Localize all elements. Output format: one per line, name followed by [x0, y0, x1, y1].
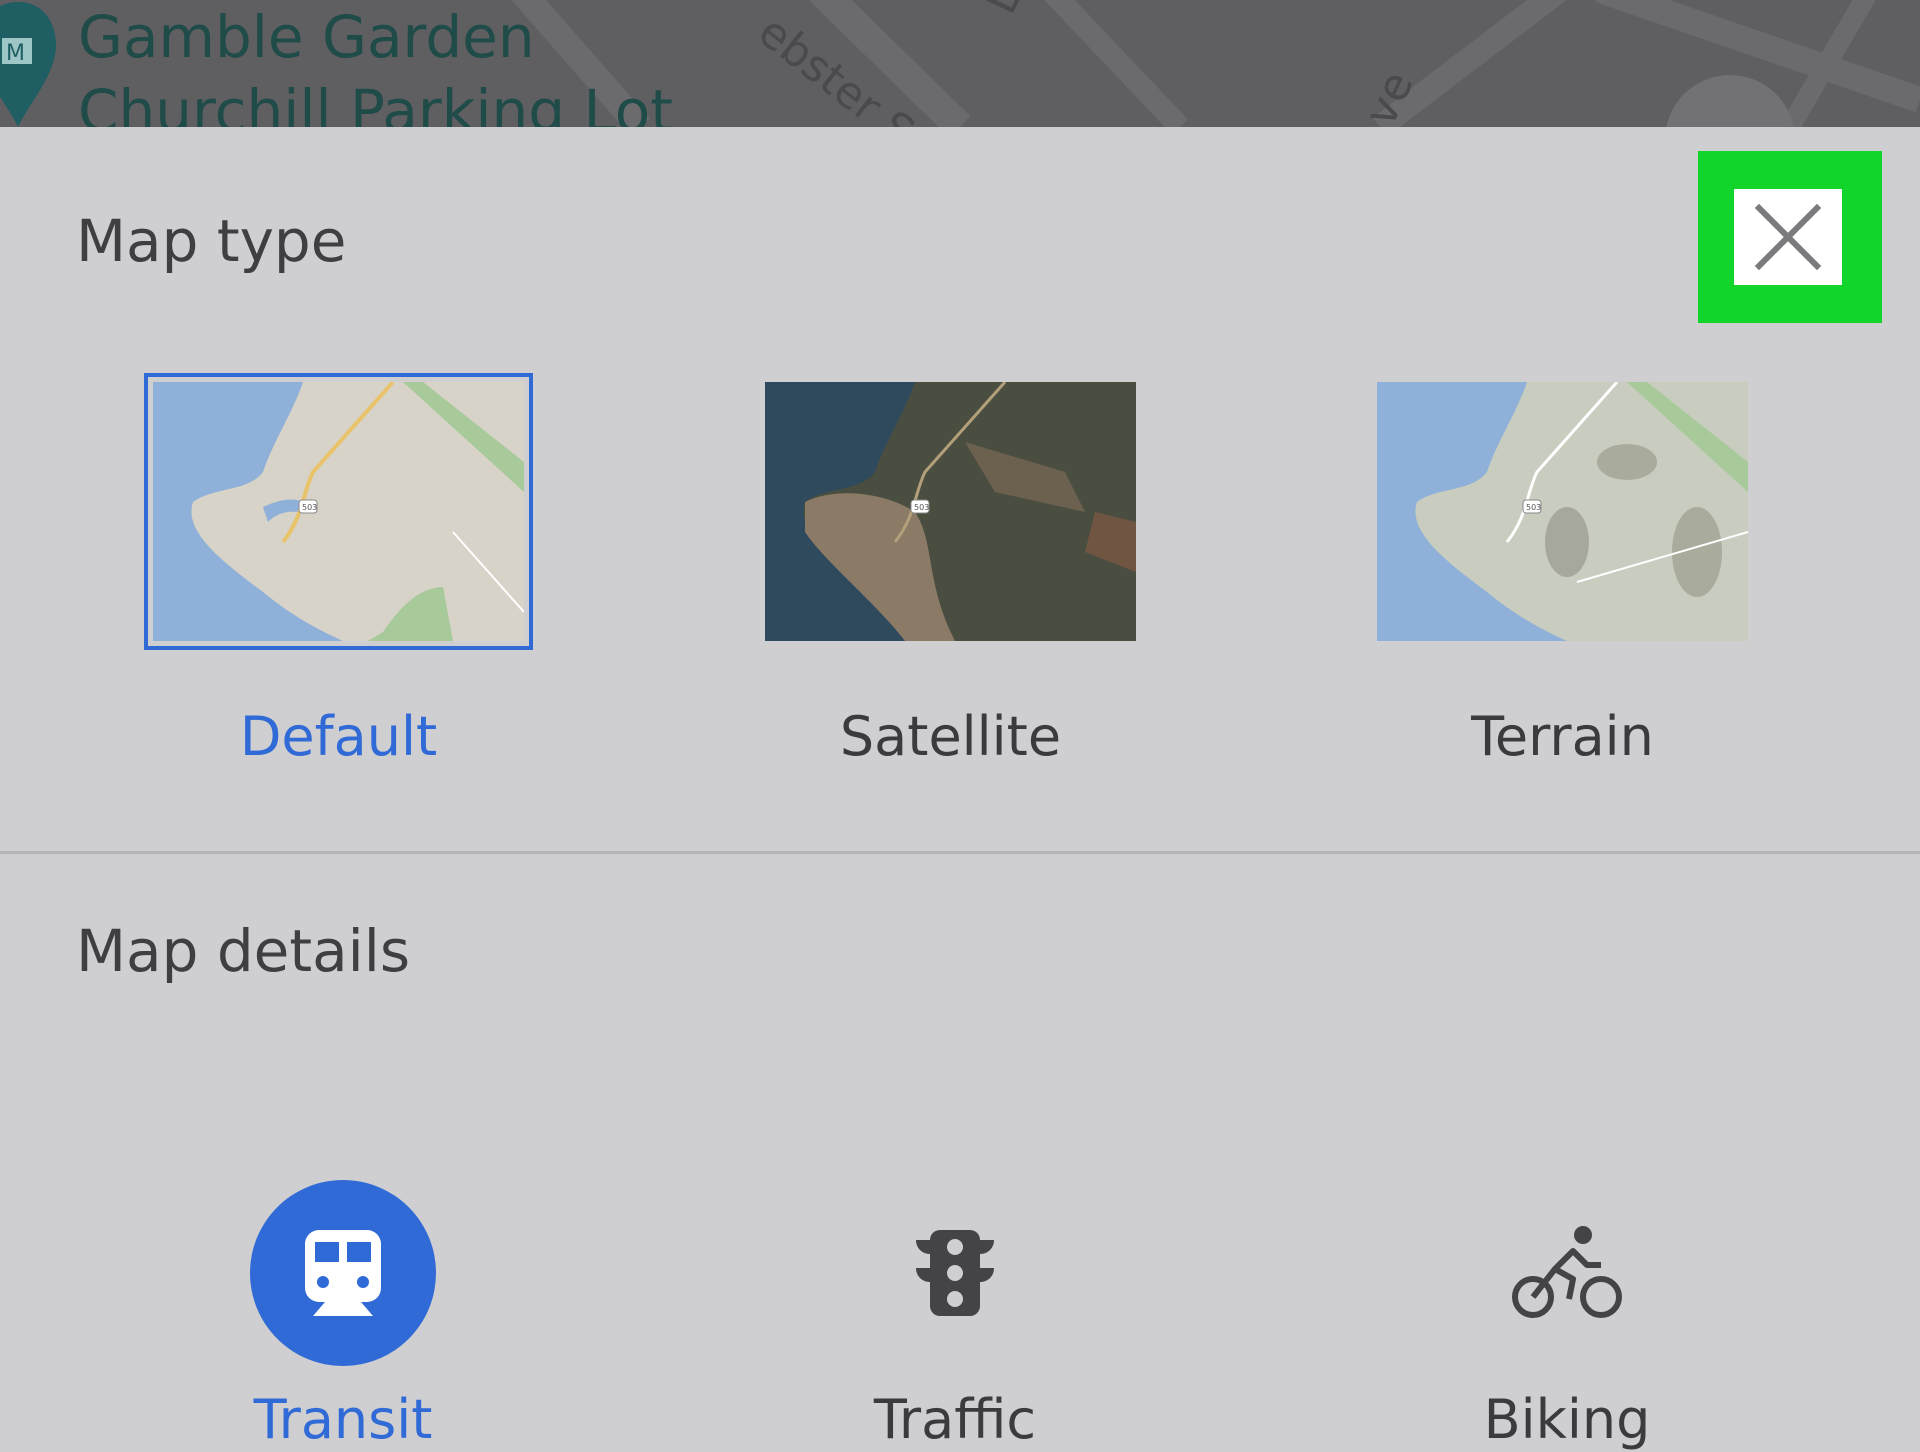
- transit-toggle[interactable]: [250, 1180, 436, 1366]
- poi-secondary-name: Churchill Parking Lot: [78, 77, 674, 127]
- map-type-label: Terrain: [1471, 705, 1654, 768]
- map-detail-label: Biking: [1483, 1388, 1651, 1451]
- close-button-highlight: [1698, 151, 1882, 323]
- satellite-map-thumbnail: 503: [765, 382, 1136, 641]
- map-detail-label: Traffic: [873, 1388, 1037, 1451]
- svg-text:503: 503: [302, 503, 317, 512]
- terrain-map-thumbnail: 503: [1377, 382, 1748, 641]
- layers-sheet: Map type 503 Default 503 Satellite 503 T…: [0, 127, 1920, 1451]
- traffic-light-icon: [916, 1230, 994, 1316]
- map-type-terrain[interactable]: 503 Terrain: [1367, 372, 1767, 812]
- map-detail-transit[interactable]: Transit: [193, 1052, 493, 1452]
- background-map: M Gamble Garden Churchill Parking Lot eb…: [0, 0, 1920, 127]
- map-type-label: Satellite: [839, 705, 1062, 768]
- default-map-thumbnail: 503: [144, 373, 533, 650]
- svg-text:503: 503: [1526, 503, 1541, 512]
- svg-text:503: 503: [914, 503, 929, 512]
- train-icon: [305, 1230, 381, 1316]
- map-detail-biking[interactable]: Biking: [1417, 1052, 1717, 1452]
- map-detail-label: Transit: [253, 1388, 433, 1451]
- map-type-label: Default: [239, 705, 438, 768]
- map-type-satellite[interactable]: 503 Satellite: [755, 372, 1155, 812]
- poi-name: Gamble Garden: [78, 3, 535, 71]
- map-type-default[interactable]: 503 Default: [143, 372, 543, 812]
- map-detail-traffic[interactable]: Traffic: [805, 1052, 1105, 1452]
- map-type-title: Map type: [76, 207, 347, 275]
- biking-toggle[interactable]: [1474, 1180, 1660, 1366]
- map-details-title: Map details: [76, 917, 411, 985]
- traffic-toggle[interactable]: [862, 1180, 1048, 1366]
- section-divider: [0, 851, 1920, 854]
- close-button[interactable]: [1734, 189, 1842, 285]
- bicycle-icon: [1512, 1226, 1622, 1318]
- svg-text:M: M: [6, 41, 25, 66]
- museum-pin-icon: M: [0, 2, 56, 127]
- close-icon: [1754, 203, 1822, 271]
